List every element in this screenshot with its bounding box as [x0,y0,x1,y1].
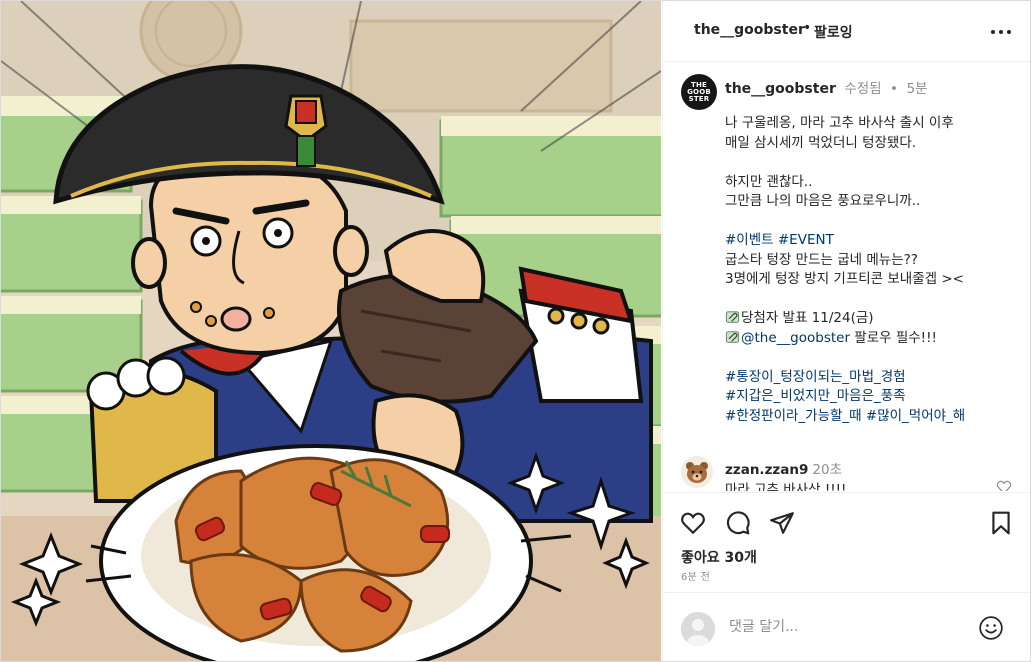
napoleon-chicken-illustration [1,1,661,661]
bear-avatar-icon [681,456,713,488]
caption-line: 하지만 괜찮다.. [725,173,813,190]
header-username[interactable]: the__goobster [694,22,805,38]
action-bar: 좋아요 30개 6분 전 [663,492,1030,592]
share-icon[interactable] [769,510,795,536]
hashtag-line[interactable]: #한정판이라_가능할_때 #많이_먹어야_해 [725,407,1020,427]
comment-text: 마라 고추 바사삭 !!!! [725,482,847,491]
follow-required-text: 팔로우 필수!!! [850,329,937,346]
more-options-icon[interactable] [989,19,1013,43]
comment-input[interactable] [729,619,969,635]
hashtag-line[interactable]: #통장이_텅장이되는_마법_경험 [725,368,1020,388]
post-header: the__goobster • 팔로잉 [663,1,1030,62]
comment-header: zzan.zzan9 20초 [725,458,842,478]
heart-icon[interactable] [680,510,706,536]
paperclip-icon [725,311,740,323]
hashtag-line[interactable]: #지갑은_비었지만_마음은_풍족 [725,387,1020,407]
avatar-logo-line: STER [688,95,710,103]
post-image[interactable] [1,1,661,661]
edited-label: 수정됨 [844,81,882,97]
caption-line: 나 구울레옹, 마라 고추 바사삭 출시 이후 [725,115,954,131]
caption-line: 굽스타 텅장 만드는 굽네 메뉴는?? [725,251,918,268]
author-avatar[interactable]: THE GOOB STER [681,74,717,110]
comment-time[interactable]: 20초 [812,462,842,478]
comment-username[interactable]: zzan.zzan9 [725,462,808,478]
post-time[interactable]: 6분 전 [681,568,710,583]
likes-count[interactable]: 좋아요 30개 [681,547,757,567]
caption-text: 나 구울레옹, 마라 고추 바사삭 출시 이후 매일 삼시세끼 먹었더니 텅장됐… [725,114,1020,426]
caption-line [725,290,1020,310]
caption-line-winner: 당첨자 발표 11/24(금) [725,309,1020,329]
caption-line: 3명에게 텅장 방지 기프티콘 보내줄겝 >< [725,271,964,287]
caption-line [725,153,1020,173]
caption-time[interactable]: 5분 [906,81,927,97]
caption-line-follow: @the__goobster 팔로우 필수!!! [725,329,1020,349]
post-panel: the__goobster • 팔로잉 THE GOOB STER the__g… [662,1,1030,661]
caption-separator: • [890,81,898,97]
mention-link[interactable]: @the__goobster [741,330,850,346]
default-avatar-icon [681,612,715,646]
comment-like-icon[interactable] [996,479,1012,491]
comment-icon[interactable] [725,510,751,536]
following-button[interactable]: 팔로잉 [814,22,853,42]
caption-line [725,348,1020,368]
bookmark-icon[interactable] [988,510,1014,536]
post-modal: the__goobster • 팔로잉 THE GOOB STER the__g… [0,0,1031,662]
caption-line: 그만큼 나의 마음은 풍요로우니까.. [725,193,921,209]
caption-header: the__goobster 수정됨 • 5분 [725,77,927,97]
caption-line: 매일 삼시세끼 먹었더니 텅장됐다. [725,134,917,151]
comments-section[interactable]: THE GOOB STER the__goobster 수정됨 • 5분 나 구… [663,63,1030,491]
winner-announcement: 당첨자 발표 11/24(금) [741,310,874,326]
my-avatar [681,612,715,646]
caption-username[interactable]: the__goobster [725,81,836,97]
hashtag-line[interactable]: #이벤트 #EVENT [725,231,1020,251]
paperclip-icon [725,330,740,343]
caption-line [725,212,1020,232]
header-separator: • [803,20,812,36]
emoji-icon[interactable] [978,615,1004,641]
add-comment-bar [663,592,1030,661]
commenter-avatar[interactable] [681,456,713,488]
